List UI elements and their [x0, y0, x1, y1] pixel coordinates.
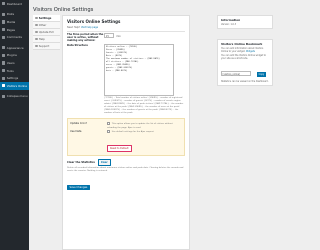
sidebar-item-label: Collapse menu — [6, 94, 28, 99]
comments-icon — [2, 35, 6, 39]
help-link[interactable]: Visit help page — [81, 26, 98, 29]
other-icon — [35, 23, 38, 27]
data-structure-label: Data Structure — [67, 43, 88, 47]
clear-desc: Delete all recorded information about ma… — [67, 167, 184, 173]
info-widget: Information Version: 1.0.3 — [217, 15, 273, 29]
data-structure-textarea[interactable]: Visitors online – {TOTAL} Users – {USERS… — [104, 43, 174, 96]
tools-icon — [2, 68, 6, 73]
sidebar-item-label: Settings — [6, 76, 19, 81]
tab-update[interactable]: Update Ext — [33, 29, 60, 36]
plugins-icon — [2, 53, 6, 57]
sidebar-item-label: Comments — [6, 35, 22, 40]
tab-label: Other — [38, 23, 47, 27]
update-notice: Update Cron? This option allows you to u… — [67, 117, 185, 157]
widgets-link[interactable]: Widgets — [246, 50, 255, 53]
clear-title: Clear the Statistics — [67, 161, 95, 165]
sidebar-item-label: Plugins — [6, 53, 17, 58]
sidebar-item-users[interactable]: Users — [0, 59, 29, 67]
sidebar-item-media[interactable]: Media — [0, 18, 29, 26]
tab-label: Help — [38, 37, 45, 41]
sidebar-item-label: Appearance — [6, 45, 24, 50]
main-area: Visitors Online Settings Settings Other … — [29, 0, 273, 250]
posts-icon — [2, 12, 6, 16]
appearance-icon — [2, 46, 6, 50]
time-label: The time period when the user is active,… — [67, 32, 104, 42]
sidebar-item-dashboard[interactable]: Dashboard — [0, 0, 29, 8]
gear-icon — [35, 16, 38, 20]
sidebar-item-comments[interactable]: Comments — [0, 33, 29, 41]
sidebar-item-label: Posts — [6, 12, 15, 17]
clear-section: Clear the Statistics Clear — [67, 159, 185, 166]
copy-button[interactable]: Copy — [257, 72, 266, 77]
bookmark-note: Statistics can be viewed on the Dashboar… — [221, 80, 269, 83]
sidebar-item-pages[interactable]: Pages — [0, 26, 29, 34]
tab-support[interactable]: Support — [33, 43, 60, 50]
bookmark-text: You can add information about Visitors O… — [221, 47, 269, 53]
tab-help[interactable]: Help — [33, 36, 60, 43]
collapse-icon — [2, 94, 6, 98]
sidebar-item-label: Users — [6, 60, 15, 65]
panel-title: Visitors Online Settings — [67, 19, 121, 24]
visitors-icon — [2, 84, 6, 88]
tab-label: Settings — [38, 16, 52, 20]
tab-label: Update Ext — [38, 30, 54, 34]
time-input[interactable]: 15 — [104, 32, 114, 38]
media-icon — [2, 20, 6, 24]
update-label: Update Cron? — [70, 121, 88, 125]
admin-sidebar: Dashboard Posts Media Pages Comments App… — [0, 0, 29, 250]
help-icon — [35, 37, 38, 41]
sidebar-item-label: Visitors Online — [6, 83, 27, 88]
sidebar-item-label: Pages — [6, 27, 16, 32]
sidebar-item-collapse[interactable]: Collapse menu — [0, 93, 29, 101]
use-data-text: Use default settings for the Ajax reques… — [111, 131, 154, 134]
update-icon — [35, 30, 38, 34]
data-structure-desc: {TOTAL} – Total number of visitors onlin… — [104, 97, 184, 114]
sidebar-item-posts[interactable]: Posts — [0, 11, 29, 19]
pages-icon — [2, 27, 6, 32]
clear-button[interactable]: Clear — [97, 159, 111, 166]
support-icon — [35, 44, 38, 48]
sidebar-item-label: Tools — [6, 68, 14, 73]
dashboard-icon — [2, 2, 6, 6]
info-version: Version: 1.0.3 — [221, 23, 237, 26]
time-unit: min — [116, 34, 121, 38]
update-text: This option allows you to update the lis… — [107, 122, 173, 129]
time-row: The time period when the user is active,… — [67, 32, 185, 42]
sidebar-item-label: Media — [6, 19, 16, 24]
tab-label: Support — [38, 44, 50, 48]
settings-panel: Visitors Online Settings Need Help? Visi… — [62, 15, 190, 250]
bookmark-desc: You can add information about Visitors O… — [221, 47, 264, 53]
sidebar-item-visitors-online[interactable]: Visitors Online — [0, 81, 29, 90]
use-data-label: Use Data — [70, 130, 82, 134]
bookmark-widget: Visitors Online Bookmark You can add inf… — [217, 39, 273, 86]
settings-icon — [2, 76, 6, 80]
page-title: Visitors Online Settings — [33, 7, 94, 13]
info-title: Information — [221, 18, 241, 22]
help-prefix: Need Help? — [67, 25, 81, 29]
sidebar-item-settings[interactable]: Settings — [0, 74, 29, 82]
data-structure-row: Data Structure Visitors online – {TOTAL}… — [67, 43, 185, 115]
sidebar-item-appearance[interactable]: Appearance — [0, 44, 29, 52]
plugin-tabs: Settings Other Update Ext Help Support — [33, 15, 60, 50]
tab-other[interactable]: Other — [33, 22, 60, 29]
update-checkbox[interactable] — [107, 121, 110, 125]
users-icon — [2, 61, 6, 65]
reset-button[interactable]: Reset to Default — [107, 145, 132, 153]
help-line: Need Help? Visit help page — [67, 26, 185, 29]
save-button[interactable]: Save Changes — [67, 185, 90, 191]
sidebar-item-label: Dashboard — [6, 1, 22, 6]
shortcode-input[interactable]: [visitors_online] — [221, 71, 251, 76]
sidebar-item-plugins[interactable]: Plugins — [0, 52, 29, 60]
use-data-checkbox[interactable] — [107, 130, 110, 134]
sidebar-item-tools[interactable]: Tools — [0, 67, 29, 75]
bookmark-title: Visitors Online Bookmark — [221, 42, 263, 46]
tab-settings[interactable]: Settings — [33, 15, 60, 22]
